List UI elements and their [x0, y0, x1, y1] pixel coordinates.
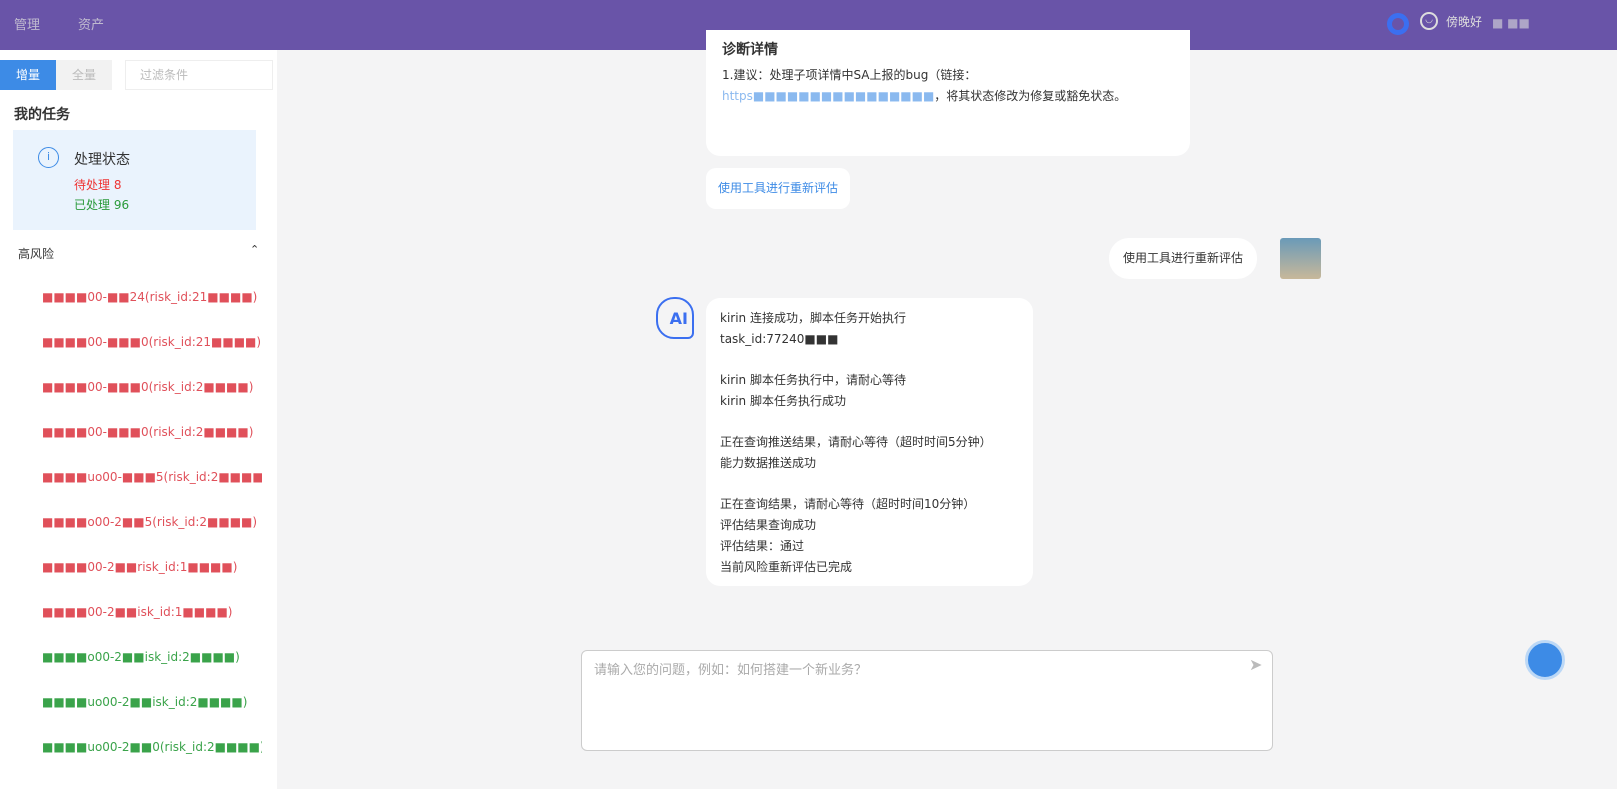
- risk-list-item[interactable]: ■■■■00-2■■isk_id:1■■■■): [42, 605, 262, 619]
- risk-list-item[interactable]: ■■■■o00-2■■5(risk_id:2■■■■): [42, 515, 262, 529]
- support-agent-icon[interactable]: [1525, 640, 1565, 680]
- ai-message-line: 正在查询结果，请耐心等待（超时时间10分钟）: [720, 494, 1019, 515]
- ai-message-line: [720, 350, 1019, 370]
- section-title: 我的任务: [14, 104, 70, 124]
- user-name[interactable]: ■ ■■: [1492, 16, 1530, 30]
- ai-message-line: kirin 连接成功，脚本任务开始执行: [720, 308, 1019, 329]
- sidebar: 增量 全量 过滤条件 我的任务 i 处理状态 待处理 8 已处理 96 高风险 …: [0, 50, 277, 789]
- diagnosis-bubble: 诊断详情 1.建议：处理子项详情中SA上报的bug（链接： https■■■■■■…: [706, 30, 1190, 156]
- ai-label: AI: [670, 309, 688, 328]
- risk-list-item[interactable]: ■■■■uo00-2■■isk_id:2■■■■): [42, 695, 262, 709]
- risk-list-item[interactable]: ■■■■uo00-2■■0(risk_id:2■■■■): [42, 740, 262, 754]
- risk-list-item[interactable]: ■■■■00-■■24(risk_id:21■■■■): [42, 290, 262, 304]
- risk-list-item[interactable]: ■■■■00-■■■0(risk_id:2■■■■): [42, 380, 262, 394]
- nav-assets[interactable]: 资产: [78, 14, 104, 33]
- filter-input[interactable]: 过滤条件: [125, 60, 273, 90]
- status-card: i 处理状态 待处理 8 已处理 96: [13, 130, 256, 230]
- diagnosis-title: 诊断详情: [722, 40, 1174, 61]
- info-icon: i: [38, 147, 59, 168]
- ai-message-line: 评估结果：通过: [720, 536, 1019, 557]
- diagnosis-text: 1.建议：处理子项详情中SA上报的bug（链接：: [722, 68, 976, 82]
- tab-incremental[interactable]: 增量: [0, 60, 56, 90]
- user-avatar: [1280, 238, 1321, 279]
- ai-message-line: 能力数据推送成功: [720, 453, 1019, 474]
- ai-message-line: kirin 脚本任务执行中，请耐心等待: [720, 370, 1019, 391]
- pending-count[interactable]: 待处理 8: [74, 176, 121, 193]
- chat-input[interactable]: 请输入您的问题，例如：如何搭建一个新业务？: [581, 650, 1273, 751]
- send-icon[interactable]: ➤: [1249, 655, 1262, 674]
- diagnosis-text-2: ，将其状态修改为修复或豁免状态。: [934, 89, 1126, 103]
- ai-message-line: task_id:77240■■■: [720, 329, 1019, 350]
- tab-full[interactable]: 全量: [56, 60, 112, 90]
- group-high-risk[interactable]: 高风险: [18, 245, 54, 262]
- done-count[interactable]: 已处理 96: [74, 196, 129, 213]
- risk-list-item[interactable]: ■■■■00-■■■0(risk_id:21■■■■): [42, 335, 262, 349]
- nav-manage[interactable]: 管理: [14, 14, 40, 33]
- ai-message-line: 正在查询推送结果，请耐心等待（超时时间5分钟）: [720, 432, 1019, 453]
- risk-list-item[interactable]: ■■■■00-■■■0(risk_id:2■■■■): [42, 425, 262, 439]
- greeting: 傍晚好: [1446, 13, 1482, 30]
- suggestion-chip[interactable]: 使用工具进行重新评估: [706, 168, 850, 209]
- ai-message-line: 当前风险重新评估已完成: [720, 557, 1019, 578]
- ai-message-line: [720, 412, 1019, 432]
- smile-icon: ◡: [1420, 12, 1438, 30]
- chevron-up-icon[interactable]: ⌃: [250, 243, 259, 256]
- diagnosis-link[interactable]: https■■■■■■■■■■■■■■■■: [722, 89, 934, 103]
- ai-avatar-icon: AI: [656, 297, 694, 339]
- ai-message-line: [720, 474, 1019, 494]
- user-message: 使用工具进行重新评估: [1109, 238, 1257, 279]
- risk-list-item[interactable]: ■■■■o00-2■■isk_id:2■■■■): [42, 650, 262, 664]
- status-title: 处理状态: [74, 149, 130, 169]
- loading-icon: [1387, 13, 1409, 35]
- ai-message: kirin 连接成功，脚本任务开始执行task_id:77240■■■kirin…: [706, 298, 1033, 586]
- ai-message-line: kirin 脚本任务执行成功: [720, 391, 1019, 412]
- risk-list-item[interactable]: ■■■■uo00-■■■5(risk_id:2■■■■): [42, 470, 262, 484]
- ai-message-line: 评估结果查询成功: [720, 515, 1019, 536]
- risk-list-item[interactable]: ■■■■00-2■■risk_id:1■■■■): [42, 560, 262, 574]
